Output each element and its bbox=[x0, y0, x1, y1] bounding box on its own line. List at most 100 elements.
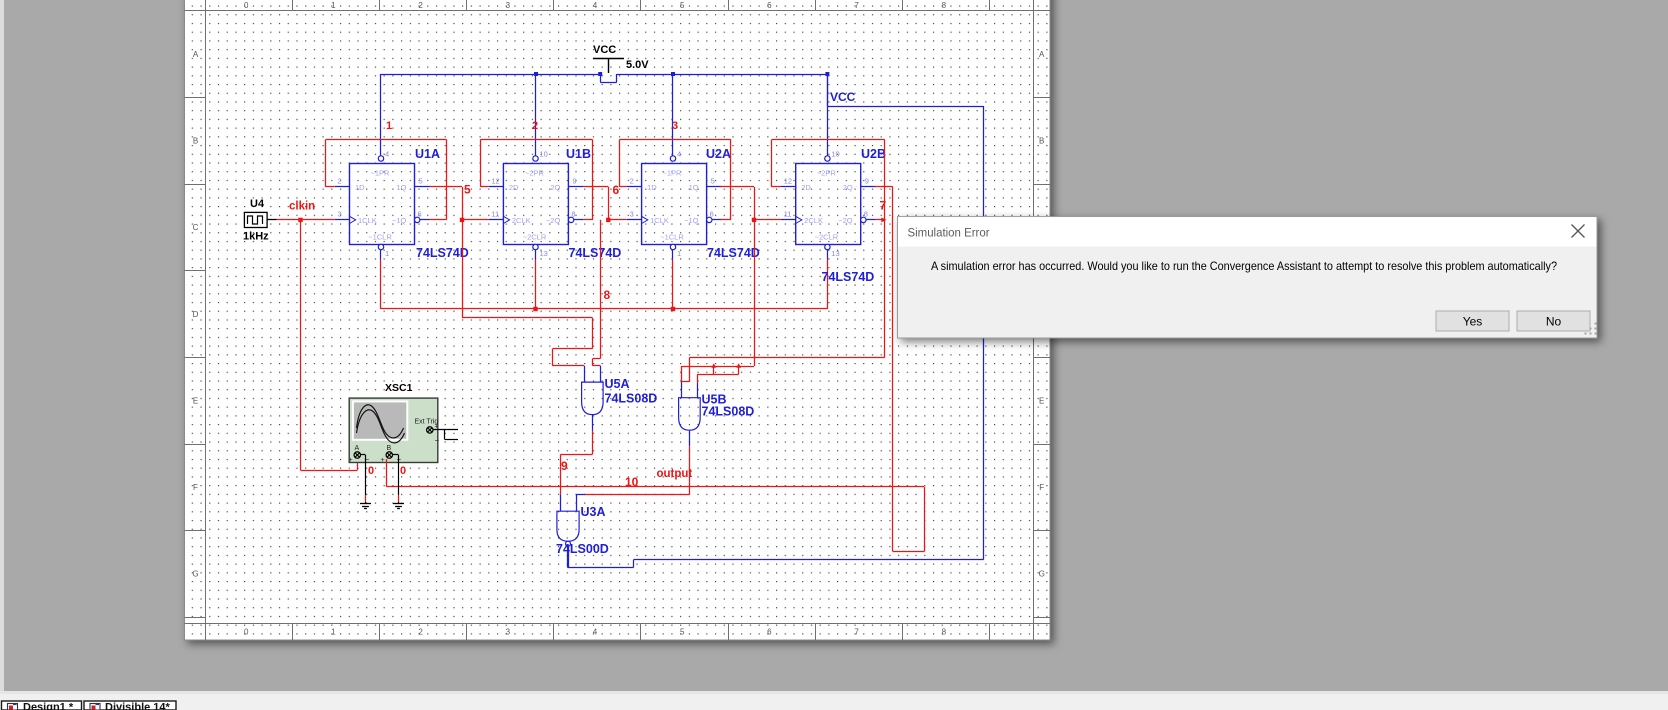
svg-text:A: A bbox=[1039, 50, 1045, 59]
svg-text:5: 5 bbox=[680, 1, 685, 10]
svg-text:74LS74D: 74LS74D bbox=[569, 246, 622, 260]
svg-text:clkin: clkin bbox=[289, 201, 315, 213]
svg-text:5: 5 bbox=[711, 177, 715, 186]
svg-text:−: − bbox=[435, 436, 440, 445]
svg-text:9: 9 bbox=[561, 459, 568, 473]
svg-text:74LS74D: 74LS74D bbox=[822, 270, 875, 284]
svg-text:2D: 2D bbox=[801, 183, 811, 192]
svg-text:1D: 1D bbox=[355, 183, 365, 192]
svg-text:A simulation error has occurre: A simulation error has occurred. Would y… bbox=[931, 259, 1557, 273]
svg-text:1D: 1D bbox=[647, 183, 657, 192]
svg-text:1Q: 1Q bbox=[397, 183, 407, 192]
svg-text:74LS08D: 74LS08D bbox=[702, 405, 755, 419]
svg-text:E: E bbox=[193, 396, 198, 405]
svg-text:U4: U4 bbox=[250, 198, 265, 210]
svg-text:2Q: 2Q bbox=[843, 183, 853, 192]
svg-text:U2B: U2B bbox=[861, 147, 886, 161]
svg-text:0: 0 bbox=[400, 465, 406, 477]
svg-text:U1A: U1A bbox=[415, 147, 440, 161]
svg-text:~2CLR: ~2CLR bbox=[523, 233, 547, 242]
svg-text:~2PR: ~2PR bbox=[817, 169, 837, 178]
svg-text:2CLK: 2CLK bbox=[512, 216, 531, 225]
svg-text:2: 2 bbox=[418, 1, 423, 10]
svg-text:1Q: 1Q bbox=[689, 183, 699, 192]
svg-text:+: + bbox=[381, 457, 385, 464]
svg-text:0: 0 bbox=[244, 628, 249, 637]
svg-text:2: 2 bbox=[630, 177, 634, 186]
svg-text:4: 4 bbox=[677, 150, 681, 159]
svg-text:No: No bbox=[1546, 315, 1562, 329]
svg-text:2Q: 2Q bbox=[550, 183, 560, 192]
svg-text:1: 1 bbox=[677, 249, 681, 258]
svg-text:5: 5 bbox=[464, 183, 471, 197]
svg-text:1: 1 bbox=[331, 628, 336, 637]
svg-text:U2A: U2A bbox=[706, 147, 731, 161]
svg-text:10: 10 bbox=[540, 150, 548, 159]
svg-text:8: 8 bbox=[604, 288, 611, 302]
svg-text:A: A bbox=[193, 50, 199, 59]
svg-text:6: 6 bbox=[418, 210, 422, 219]
svg-text:3: 3 bbox=[506, 628, 511, 637]
svg-text:4: 4 bbox=[385, 150, 389, 159]
svg-text:6: 6 bbox=[613, 183, 620, 197]
svg-text:13: 13 bbox=[831, 249, 839, 258]
svg-text:~1PR: ~1PR bbox=[663, 169, 683, 178]
svg-text:0: 0 bbox=[244, 1, 249, 10]
svg-text:5.0V: 5.0V bbox=[626, 59, 649, 71]
svg-text:E: E bbox=[1039, 396, 1044, 405]
svg-text:B: B bbox=[387, 445, 392, 452]
svg-text:B: B bbox=[193, 137, 198, 146]
svg-text:~1Q: ~1Q bbox=[392, 216, 407, 225]
svg-text:U1B: U1B bbox=[566, 147, 591, 161]
svg-text:13: 13 bbox=[540, 249, 548, 258]
svg-text:8: 8 bbox=[571, 210, 575, 219]
svg-text:~1Q: ~1Q bbox=[684, 216, 699, 225]
svg-text:12: 12 bbox=[491, 177, 499, 186]
svg-text:Yes: Yes bbox=[1463, 315, 1483, 329]
svg-text:F: F bbox=[1039, 483, 1044, 492]
svg-text:1: 1 bbox=[385, 249, 389, 258]
svg-text:11: 11 bbox=[784, 210, 792, 219]
svg-text:~2Q: ~2Q bbox=[546, 216, 561, 225]
svg-text:8: 8 bbox=[942, 628, 947, 637]
svg-text:2: 2 bbox=[418, 628, 423, 637]
svg-text:9: 9 bbox=[865, 177, 869, 186]
svg-text:2CLK: 2CLK bbox=[804, 216, 823, 225]
svg-text:~2PR: ~2PR bbox=[525, 169, 545, 178]
svg-text:74LS08D: 74LS08D bbox=[605, 392, 658, 406]
svg-text:3: 3 bbox=[630, 210, 634, 219]
svg-text:F: F bbox=[193, 483, 198, 492]
svg-text:6: 6 bbox=[710, 210, 714, 219]
svg-text:2D: 2D bbox=[509, 183, 519, 192]
svg-text:7: 7 bbox=[854, 628, 859, 637]
svg-text:Divisible 14*: Divisible 14* bbox=[105, 702, 171, 710]
svg-text:1CLK: 1CLK bbox=[650, 216, 669, 225]
svg-text:XSC1: XSC1 bbox=[385, 382, 413, 394]
svg-text:~1CLR: ~1CLR bbox=[660, 233, 684, 242]
svg-text:1CLK: 1CLK bbox=[358, 216, 377, 225]
svg-text:4: 4 bbox=[593, 1, 598, 10]
svg-text:1: 1 bbox=[386, 120, 392, 132]
svg-text:0: 0 bbox=[368, 465, 374, 477]
svg-text:9: 9 bbox=[572, 177, 576, 186]
svg-text:3: 3 bbox=[338, 210, 342, 219]
svg-text:output: output bbox=[657, 468, 693, 480]
svg-text:Design1 *: Design1 * bbox=[23, 702, 74, 710]
svg-text:1: 1 bbox=[331, 1, 336, 10]
svg-text:10: 10 bbox=[625, 475, 639, 489]
svg-text:3: 3 bbox=[506, 1, 511, 10]
svg-text:12: 12 bbox=[784, 177, 792, 186]
svg-text:8: 8 bbox=[864, 210, 868, 219]
svg-text:~1CLR: ~1CLR bbox=[368, 233, 392, 242]
svg-text:7: 7 bbox=[854, 1, 859, 10]
svg-text:G: G bbox=[192, 570, 198, 579]
svg-text:1kHz: 1kHz bbox=[243, 231, 269, 243]
svg-text:VCC: VCC bbox=[830, 90, 856, 104]
svg-text:74LS74D: 74LS74D bbox=[707, 246, 760, 260]
svg-text:6: 6 bbox=[767, 1, 772, 10]
svg-text:74LS00D: 74LS00D bbox=[556, 542, 609, 556]
svg-text:2: 2 bbox=[532, 120, 538, 132]
svg-text:2: 2 bbox=[338, 177, 342, 186]
svg-text:U5A: U5A bbox=[605, 377, 630, 391]
svg-text:Simulation Error: Simulation Error bbox=[908, 226, 990, 240]
